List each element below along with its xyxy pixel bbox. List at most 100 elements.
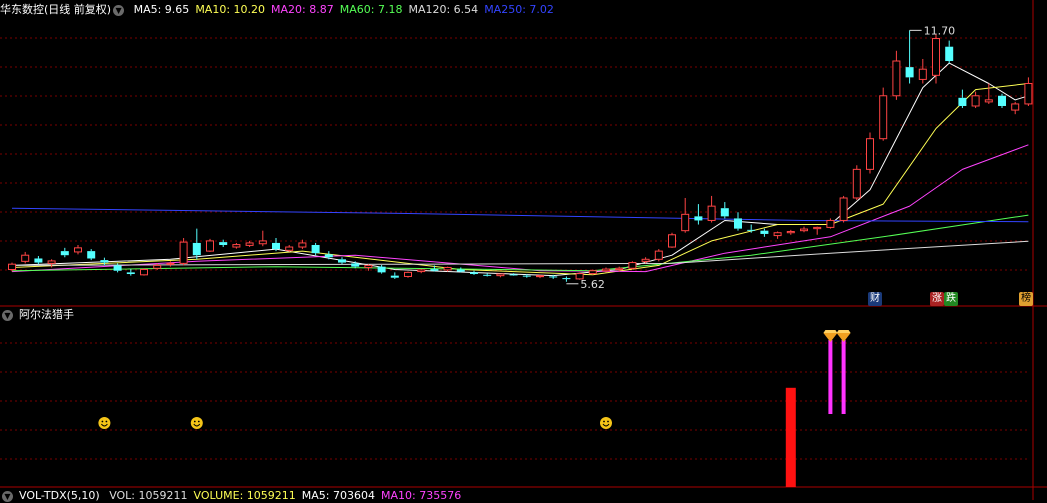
event-badge-2[interactable]: 跌: [944, 292, 958, 306]
candle: [87, 249, 96, 261]
candle-body: [984, 99, 993, 103]
candle: [126, 269, 135, 276]
candle: [470, 270, 478, 275]
candle-body: [324, 254, 333, 258]
candle-body: [192, 242, 201, 256]
stock-chart-canvas[interactable]: 11.70 5.62: [0, 0, 1047, 500]
candle: [707, 195, 716, 223]
diamond-crown: [823, 330, 838, 333]
event-badge-1[interactable]: 涨: [930, 292, 944, 306]
candle-body: [866, 138, 874, 170]
candle: [496, 273, 505, 278]
stock-name[interactable]: 华东数控: [0, 3, 44, 16]
ma-legend-item-4: MA120: 6.54: [408, 3, 479, 16]
candle-body: [747, 229, 756, 231]
candle: [206, 238, 214, 252]
event-badge-0[interactable]: 财: [868, 292, 882, 306]
candle-body: [390, 275, 399, 278]
candle-body: [1011, 103, 1020, 111]
candle-body: [483, 274, 492, 276]
volume-title[interactable]: VOL-TDX(5,10): [19, 489, 100, 502]
candle: [694, 204, 703, 225]
candle-body: [615, 267, 624, 271]
candle-body: [509, 274, 518, 276]
candle-body: [958, 97, 967, 106]
candle-body: [813, 226, 822, 230]
smiley-eye: [105, 420, 108, 423]
candle-body: [470, 272, 478, 275]
candle-body: [892, 60, 901, 97]
event-badge-3[interactable]: 榜: [1019, 292, 1033, 306]
candle-body: [430, 269, 439, 271]
candle-body: [654, 250, 663, 260]
candle: [245, 240, 254, 248]
candle: [866, 132, 874, 174]
volume-legend-item-2: MA5: 703604: [301, 489, 375, 502]
diamond-crown: [836, 330, 851, 333]
candle-body: [47, 260, 56, 264]
candle-body: [298, 242, 307, 248]
smiley-eye: [607, 420, 609, 423]
candle-body: [113, 265, 122, 271]
indicator-title[interactable]: 阿尔法猎手: [19, 308, 74, 321]
candle: [879, 87, 888, 141]
ma-line-ma120: [11, 240, 1029, 266]
candle-body: [536, 275, 544, 278]
candle: [100, 257, 109, 266]
volume-legend-item-0: VOL: 1059211: [109, 489, 188, 502]
smiley-eye: [101, 420, 104, 423]
candle-body: [87, 251, 96, 259]
candle-body: [760, 230, 769, 234]
diamond-shape: [823, 333, 838, 342]
candle-body: [8, 263, 16, 271]
candle-body: [668, 234, 676, 248]
candle: [971, 91, 980, 109]
candle: [298, 239, 307, 250]
candle: [984, 83, 993, 104]
candle: [390, 272, 399, 279]
diamond-icon: [823, 330, 838, 342]
candle-body: [707, 205, 716, 221]
candle: [1011, 101, 1020, 115]
high-price-label: 11.70: [924, 24, 956, 37]
candle-body: [998, 95, 1006, 106]
candle-body: [126, 272, 135, 275]
diamond-shape: [836, 333, 851, 342]
candle-body: [641, 258, 650, 262]
candle-body: [852, 168, 861, 199]
dropdown-icon[interactable]: ▼: [113, 4, 125, 16]
volume-legend-item-3: MA10: 735576: [380, 489, 462, 502]
smiley-face: [600, 417, 612, 429]
candle-body: [773, 232, 782, 237]
candle-body: [285, 246, 294, 251]
candle: [536, 274, 544, 279]
candle-body: [179, 241, 188, 264]
candle-body: [628, 262, 637, 269]
ma-legend-item-1: MA10: 10.20: [195, 3, 266, 16]
candle-body: [971, 95, 980, 107]
candle: [813, 226, 822, 235]
smiley-eye: [603, 420, 605, 423]
candle: [232, 242, 241, 249]
candle-body: [258, 240, 267, 245]
candle: [404, 271, 412, 278]
candle-body: [351, 263, 360, 267]
candle-body: [681, 213, 690, 232]
candle: [734, 212, 742, 231]
candle-body: [1024, 83, 1033, 105]
candle: [641, 257, 650, 264]
candle: [258, 230, 267, 247]
candle-body: [206, 240, 214, 252]
candle-body: [879, 95, 888, 140]
candle: [945, 40, 954, 64]
candle: [998, 93, 1006, 109]
candle-body: [166, 262, 175, 265]
smiley-eye: [197, 420, 200, 423]
chart-mode[interactable]: (日线 前复权): [44, 3, 111, 16]
collapse-icon[interactable]: ▼: [2, 309, 13, 321]
candle: [852, 165, 861, 201]
candle-body: [496, 273, 505, 277]
candle-body: [245, 242, 254, 246]
candle: [839, 195, 848, 223]
candle: [786, 229, 795, 235]
